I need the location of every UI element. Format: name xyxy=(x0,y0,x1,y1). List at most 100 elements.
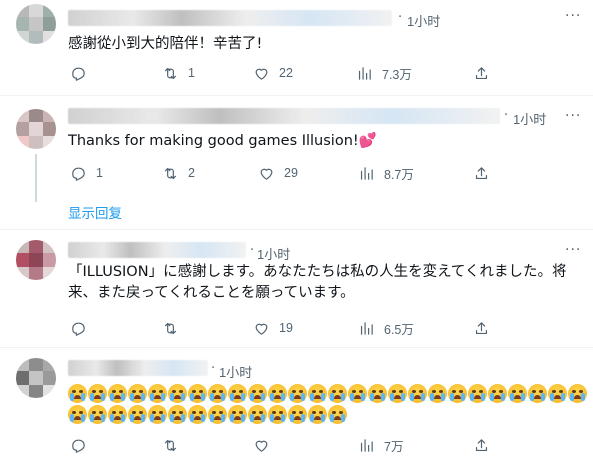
tear xyxy=(430,393,434,401)
tear xyxy=(581,393,585,401)
tear xyxy=(510,393,514,401)
share-button[interactable] xyxy=(473,435,490,455)
loudly-crying-face-icon xyxy=(68,384,87,403)
share-button[interactable] xyxy=(473,318,490,338)
tear xyxy=(230,393,234,401)
loudly-crying-face-icon xyxy=(528,384,547,403)
tear xyxy=(90,393,94,401)
tear xyxy=(250,414,254,422)
retweet-button[interactable]: 2 xyxy=(162,163,195,183)
avatar[interactable] xyxy=(16,358,56,398)
author-name[interactable] xyxy=(68,242,246,258)
loudly-crying-face-icon xyxy=(128,405,147,424)
reply-button[interactable] xyxy=(70,435,96,455)
like-icon xyxy=(260,168,273,180)
tear xyxy=(461,393,465,401)
avatar[interactable] xyxy=(16,109,56,149)
views-button[interactable]: 7万 xyxy=(358,435,403,455)
tear xyxy=(390,393,394,401)
tear xyxy=(270,393,274,401)
tear xyxy=(230,414,234,422)
tweet-1[interactable]: · 1小时 ··· 感謝從小到大的陪伴！辛苦了! 1 22 7.3万 xyxy=(0,0,593,96)
timestamp[interactable]: 1小时 xyxy=(407,11,440,30)
loudly-crying-face-icon xyxy=(228,405,247,424)
tear xyxy=(130,393,134,401)
tweet-3[interactable]: · 1小时 ··· 「ILLUSION」に感謝します。あなたたちは私の人生を変え… xyxy=(0,230,593,348)
views-button[interactable]: 7.3万 xyxy=(356,63,412,83)
author-name[interactable] xyxy=(68,360,208,376)
timestamp[interactable]: 1小时 xyxy=(513,109,546,128)
tear xyxy=(341,414,345,422)
tear xyxy=(141,393,145,401)
action-bar: 1 2 29 8.7万 xyxy=(68,163,578,183)
loudly-crying-face-icon xyxy=(308,405,327,424)
tear xyxy=(101,414,105,422)
share-button[interactable] xyxy=(473,63,490,83)
reply-button[interactable] xyxy=(70,318,96,338)
tear xyxy=(401,393,405,401)
loudly-crying-face-icon xyxy=(308,384,327,403)
loudly-crying-face-icon xyxy=(188,384,207,403)
tear xyxy=(550,393,554,401)
tear xyxy=(441,393,445,401)
tear xyxy=(481,393,485,401)
tear xyxy=(150,393,154,401)
loudly-crying-face-icon xyxy=(488,384,507,403)
tear xyxy=(521,393,525,401)
reply-button[interactable] xyxy=(70,63,96,83)
retweet-button[interactable] xyxy=(162,435,188,455)
share-button[interactable] xyxy=(473,163,490,183)
tear xyxy=(110,414,114,422)
tear xyxy=(361,393,365,401)
timestamp[interactable]: 1小时 xyxy=(219,362,252,381)
views-icon xyxy=(360,166,373,180)
views-count: 8.7万 xyxy=(384,167,414,182)
tweet-2[interactable]: · 1小时 ··· Thanks for making good games I… xyxy=(0,96,593,230)
tear xyxy=(90,414,94,422)
more-icon[interactable]: ··· xyxy=(565,108,581,124)
tear xyxy=(561,393,565,401)
like-button[interactable]: 22 xyxy=(253,63,293,83)
tear xyxy=(121,393,125,401)
tear xyxy=(290,414,294,422)
tear xyxy=(310,393,314,401)
show-replies-link[interactable]: 显示回复 xyxy=(68,202,122,222)
retweet-button[interactable]: 1 xyxy=(162,63,195,83)
more-icon[interactable]: ··· xyxy=(565,242,581,258)
retweet-button[interactable] xyxy=(162,318,188,338)
author-name[interactable] xyxy=(68,10,392,26)
tear xyxy=(161,414,165,422)
views-button[interactable]: 6.5万 xyxy=(358,318,414,338)
loudly-crying-face-icon xyxy=(468,384,487,403)
tear xyxy=(210,414,214,422)
tear xyxy=(301,414,305,422)
tear xyxy=(130,414,134,422)
tear xyxy=(101,393,105,401)
tweet-4[interactable]: · 1小时 7万 xyxy=(0,348,593,465)
more-icon[interactable]: ··· xyxy=(565,8,581,24)
share-icon xyxy=(475,66,488,79)
like-count: 22 xyxy=(279,66,293,80)
avatar[interactable] xyxy=(16,240,56,280)
tear xyxy=(530,393,534,401)
like-button[interactable]: 29 xyxy=(258,163,298,183)
like-button[interactable]: 19 xyxy=(253,318,293,338)
loudly-crying-face-icon xyxy=(328,384,347,403)
like-count: 29 xyxy=(284,166,298,180)
loudly-crying-face-icon xyxy=(388,384,407,403)
share-icon xyxy=(475,438,488,451)
retweet-icon xyxy=(164,439,177,451)
reply-button[interactable]: 1 xyxy=(70,163,103,183)
loudly-crying-face-icon xyxy=(368,384,387,403)
reply-icon xyxy=(72,167,85,181)
tear xyxy=(181,414,185,422)
author-name[interactable] xyxy=(68,108,500,124)
views-button[interactable]: 8.7万 xyxy=(358,163,414,183)
avatar[interactable] xyxy=(16,4,56,44)
loudly-crying-face-icon xyxy=(428,384,447,403)
separator-dot: · xyxy=(504,108,509,123)
like-button[interactable] xyxy=(253,435,279,455)
tweet-text: Thanks for making good games Illusion!💕 xyxy=(68,133,377,149)
timestamp[interactable]: 1小时 xyxy=(257,244,290,263)
tweet-text: 「ILLUSION」に感謝します。あなたたちは私の人生を変えてくれました。将来、… xyxy=(68,264,567,301)
